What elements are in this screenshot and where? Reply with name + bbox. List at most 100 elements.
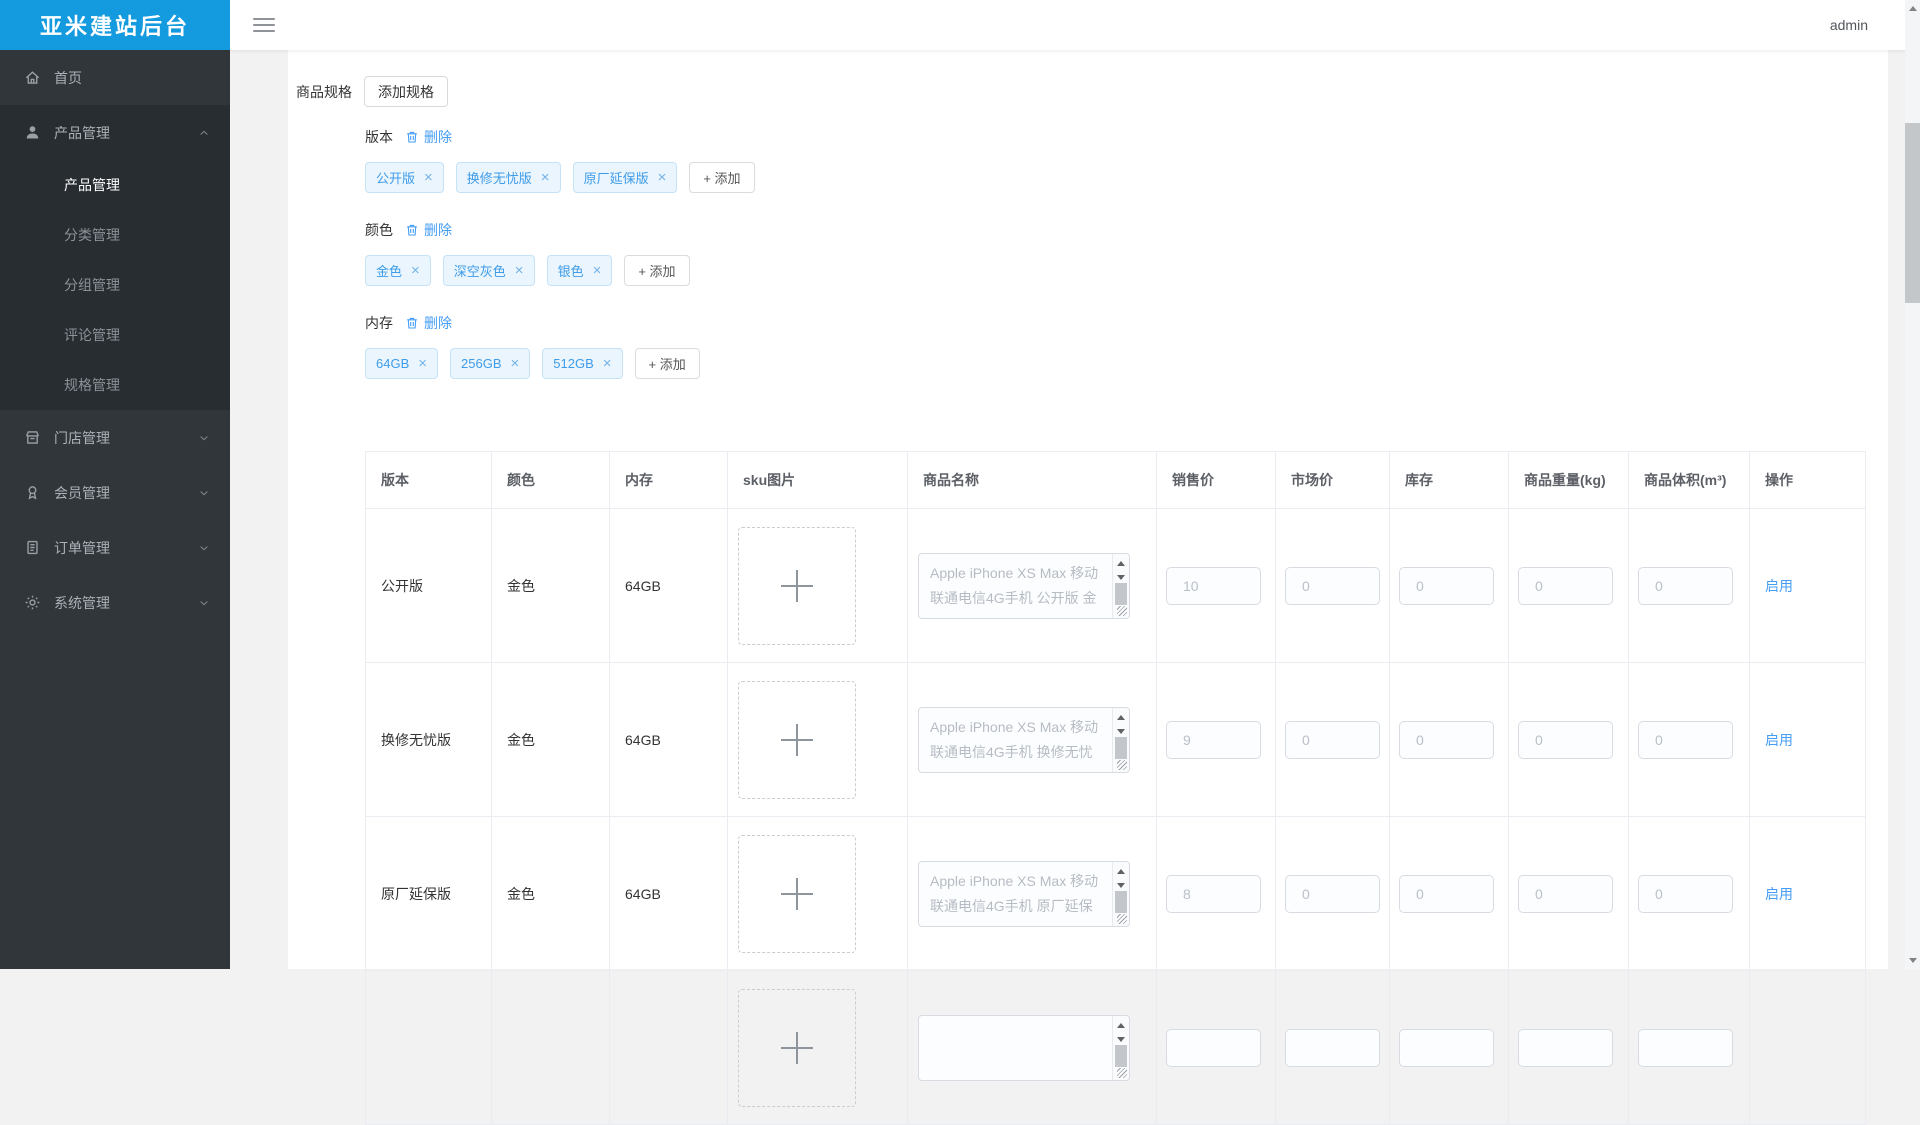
remove-tag-icon[interactable]: × (424, 170, 433, 185)
sku-image-upload[interactable] (738, 989, 856, 1107)
scroll-up-icon[interactable] (1117, 1023, 1125, 1028)
scroll-down-icon[interactable] (1909, 958, 1917, 963)
sidebar-item-group-management[interactable]: 分组管理 (0, 260, 230, 310)
product-name-value: Apple iPhone XS Max 移动联通电信4G手机 换修无忧 (919, 708, 1111, 772)
remove-tag-icon[interactable]: × (603, 356, 612, 371)
delete-spec-group-button[interactable]: 删除 (405, 313, 452, 333)
volume-input[interactable] (1638, 1029, 1733, 1067)
sidebar-item-spec-management[interactable]: 规格管理 (0, 360, 230, 410)
column-header-sku-image: sku图片 (728, 452, 908, 509)
product-name-textarea[interactable]: Apple iPhone XS Max 移动联通电信4G手机 换修无忧 (918, 707, 1130, 773)
scrollbar-thumb[interactable] (1905, 123, 1920, 303)
weight-input[interactable] (1518, 567, 1613, 605)
sale-price-input[interactable] (1166, 567, 1261, 605)
add-tag-button[interactable]: + 添加 (689, 162, 754, 193)
scrollbar-thumb[interactable] (1115, 891, 1127, 913)
add-tag-button[interactable]: + 添加 (635, 348, 700, 379)
sidebar-item-home[interactable]: 首页 (0, 50, 230, 105)
sidebar-item-category-management[interactable]: 分类管理 (0, 210, 230, 260)
add-spec-button[interactable]: 添加规格 (364, 76, 448, 107)
stock-input[interactable] (1399, 1029, 1494, 1067)
resize-grip-icon[interactable] (1117, 760, 1127, 770)
sidebar-nav: 首页 产品管理 产品管理 分类管理 分组管理 评论管理 规格管理 门店管理 会员 (0, 50, 230, 630)
sidebar-item-product-management[interactable]: 产品管理 (0, 105, 230, 160)
sale-price-input[interactable] (1166, 721, 1261, 759)
sidebar-item-order-management[interactable]: 订单管理 (0, 520, 230, 575)
stock-input[interactable] (1399, 875, 1494, 913)
stock-input[interactable] (1399, 721, 1494, 759)
submenu-item-label: 产品管理 (64, 175, 120, 195)
market-price-input[interactable] (1285, 721, 1380, 759)
volume-input[interactable] (1638, 875, 1733, 913)
scroll-up-icon[interactable] (1117, 561, 1125, 566)
volume-input[interactable] (1638, 567, 1733, 605)
market-price-input[interactable] (1285, 1029, 1380, 1067)
scrollbar-thumb[interactable] (1115, 1045, 1127, 1067)
user-menu[interactable]: admin (1830, 17, 1868, 33)
enable-link[interactable]: 启用 (1765, 578, 1793, 594)
remove-tag-icon[interactable]: × (593, 263, 602, 278)
main-content: 商品规格 添加规格 版本 删除 公开版× 换修无忧版× 原厂延保版× + 添加 (230, 50, 1905, 969)
spec-tag: 换修无忧版× (456, 162, 561, 193)
column-header-action: 操作 (1750, 452, 1866, 509)
sidebar-item-store-management[interactable]: 门店管理 (0, 410, 230, 465)
scroll-up-icon[interactable] (1909, 6, 1917, 11)
scroll-down-icon[interactable] (1117, 1037, 1125, 1042)
weight-input[interactable] (1518, 875, 1613, 913)
enable-link[interactable]: 启用 (1765, 886, 1793, 902)
remove-tag-icon[interactable]: × (541, 170, 550, 185)
resize-grip-icon[interactable] (1117, 914, 1127, 924)
scroll-down-icon[interactable] (1117, 729, 1125, 734)
spec-tag-label: 银色 (558, 261, 584, 280)
remove-tag-icon[interactable]: × (515, 263, 524, 278)
delete-label: 删除 (424, 220, 452, 240)
sale-price-input[interactable] (1166, 1029, 1261, 1067)
volume-input[interactable] (1638, 721, 1733, 759)
enable-link[interactable]: 启用 (1765, 732, 1793, 748)
column-header-volume: 商品体积(m³) (1629, 452, 1750, 509)
add-tag-button[interactable]: + 添加 (624, 255, 689, 286)
market-price-input[interactable] (1285, 567, 1380, 605)
sku-image-upload[interactable] (738, 681, 856, 799)
resize-grip-icon[interactable] (1117, 1068, 1127, 1078)
column-header-memory: 内存 (610, 452, 728, 509)
remove-tag-icon[interactable]: × (658, 170, 667, 185)
spec-group-version: 版本 删除 公开版× 换修无忧版× 原厂延保版× + 添加 (365, 127, 1888, 193)
product-name-textarea[interactable] (918, 1015, 1130, 1081)
remove-tag-icon[interactable]: × (418, 356, 427, 371)
sale-price-input[interactable] (1166, 875, 1261, 913)
sidebar-item-system-management[interactable]: 系统管理 (0, 575, 230, 630)
product-name-textarea[interactable]: Apple iPhone XS Max 移动联通电信4G手机 原厂延保 (918, 861, 1130, 927)
cell-version: 公开版 (366, 509, 492, 663)
sidebar-group-product: 产品管理 产品管理 分类管理 分组管理 评论管理 规格管理 (0, 105, 230, 410)
spec-tag-label: 公开版 (376, 168, 415, 187)
scrollbar-thumb[interactable] (1115, 737, 1127, 759)
stock-input[interactable] (1399, 567, 1494, 605)
scroll-down-icon[interactable] (1117, 883, 1125, 888)
remove-tag-icon[interactable]: × (411, 263, 420, 278)
sidebar-item-product-management-sub[interactable]: 产品管理 (0, 160, 230, 210)
delete-spec-group-button[interactable]: 删除 (405, 127, 452, 147)
scroll-up-icon[interactable] (1117, 715, 1125, 720)
plus-icon (781, 878, 813, 910)
sidebar-item-member-management[interactable]: 会员管理 (0, 465, 230, 520)
sku-image-upload[interactable] (738, 835, 856, 953)
scrollbar-thumb[interactable] (1115, 583, 1127, 605)
sidebar-item-comment-management[interactable]: 评论管理 (0, 310, 230, 360)
menu-toggle-icon[interactable] (253, 18, 275, 32)
table-row: 公开版 金色 64GB Apple iPhone XS Max 移动联通电信4G… (366, 509, 1866, 663)
column-header-color: 颜色 (492, 452, 610, 509)
weight-input[interactable] (1518, 1029, 1613, 1067)
remove-tag-icon[interactable]: × (511, 356, 520, 371)
scroll-down-icon[interactable] (1117, 575, 1125, 580)
sku-image-upload[interactable] (738, 527, 856, 645)
market-price-input[interactable] (1285, 875, 1380, 913)
table-row: 换修无忧版 金色 64GB Apple iPhone XS Max 移动联通电信… (366, 663, 1866, 817)
page-scrollbar[interactable] (1905, 0, 1920, 969)
delete-spec-group-button[interactable]: 删除 (405, 220, 452, 240)
resize-grip-icon[interactable] (1117, 606, 1127, 616)
scroll-up-icon[interactable] (1117, 869, 1125, 874)
weight-input[interactable] (1518, 721, 1613, 759)
product-name-textarea[interactable]: Apple iPhone XS Max 移动联通电信4G手机 公开版 金 (918, 553, 1130, 619)
spec-tag-label: 原厂延保版 (584, 168, 649, 187)
